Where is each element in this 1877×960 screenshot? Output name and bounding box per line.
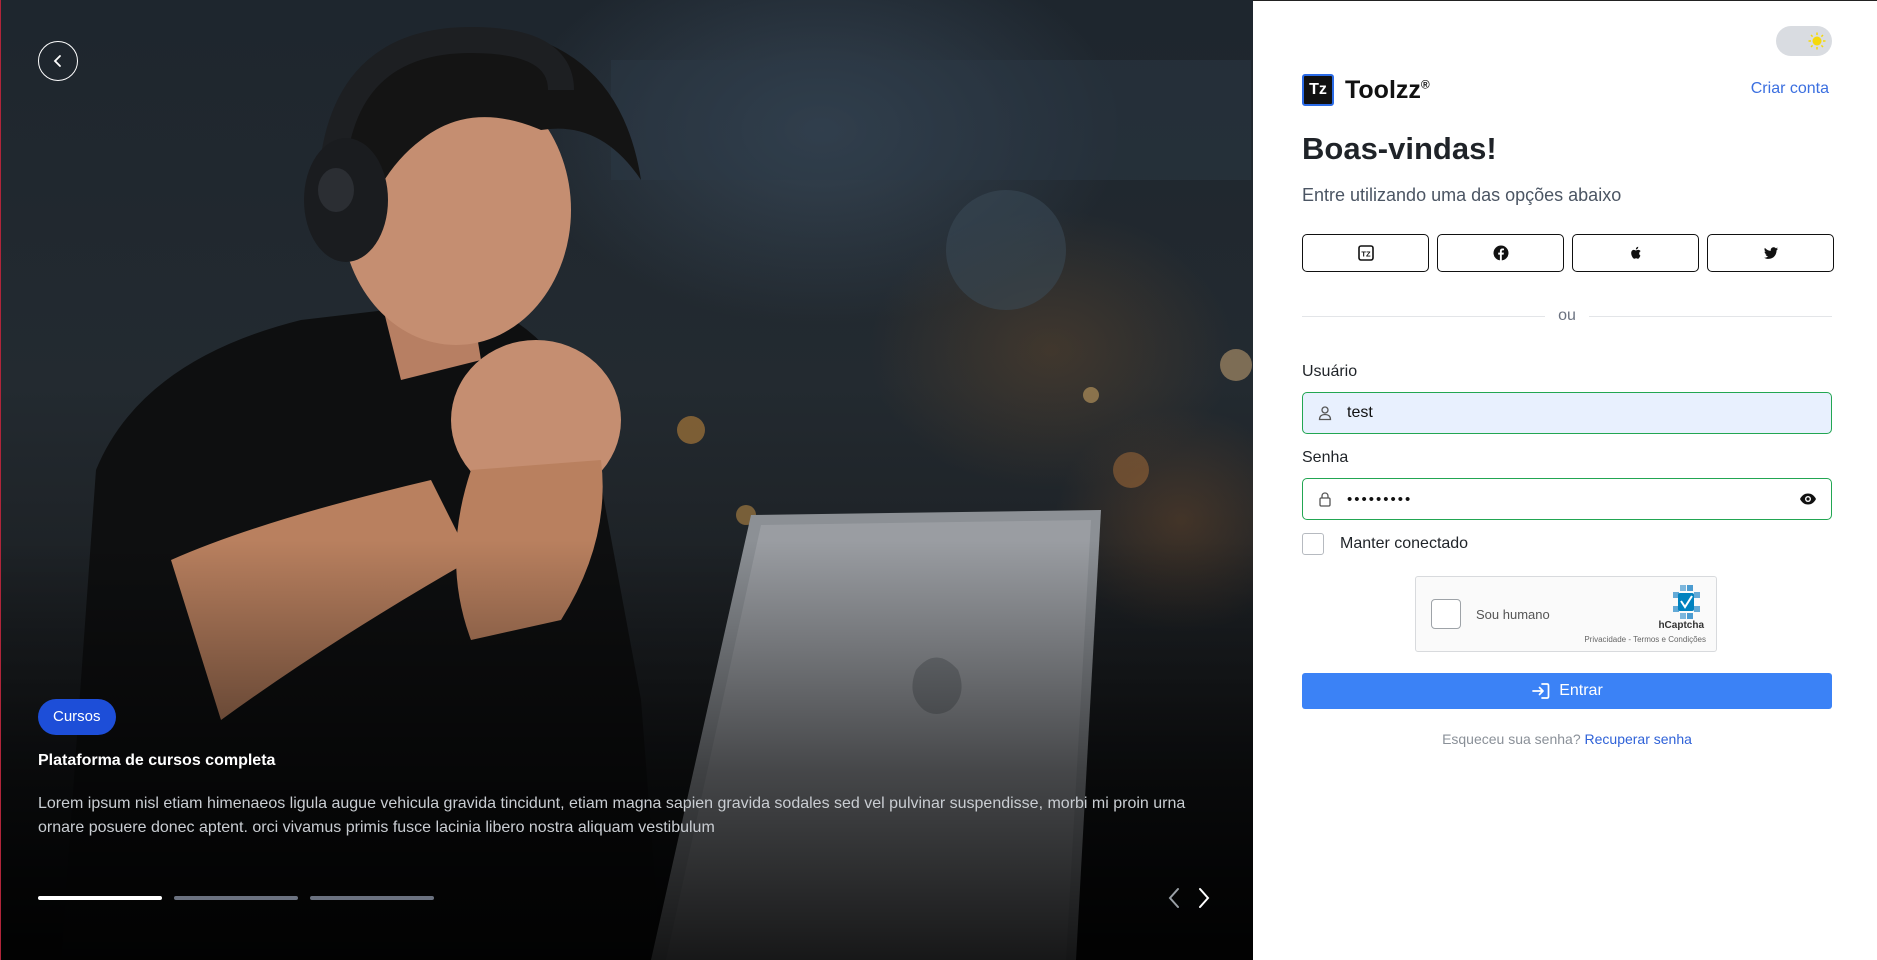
password-field [1302,478,1832,520]
chevron-left-icon [1168,888,1179,908]
captcha-label: Sou humano [1476,607,1550,622]
toolzz-icon: TZ [1357,245,1374,261]
chevron-left-icon [53,55,61,67]
captcha-terms[interactable]: Privacidade - Termos e Condições [1584,635,1706,644]
captcha-checkbox[interactable] [1431,599,1461,629]
hero-carousel: Cursos Plataforma de cursos completa Lor… [0,0,1253,960]
logo-mark: Tz [1302,74,1334,106]
facebook-login-button[interactable] [1437,234,1564,272]
sun-icon [1808,32,1826,50]
hcaptcha-widget: Sou humano hCaptcha Privacidade - Termos… [1415,576,1717,652]
remember-me[interactable]: Manter conectado [1302,533,1468,555]
apple-login-button[interactable] [1572,234,1699,272]
eye-icon [1800,493,1816,505]
username-field [1302,392,1832,434]
divider: ou [1302,307,1832,325]
forgot-password-text: Esqueceu sua senha? [1442,731,1581,747]
page-title: Boas-vindas! [1302,131,1497,166]
password-label: Senha [1302,449,1349,466]
hcaptcha-logo-icon [1673,585,1700,619]
page-subtitle: Entre utilizando uma das opções abaixo [1302,185,1622,205]
apple-icon [1630,246,1641,259]
password-input[interactable] [1347,490,1793,508]
captcha-brand: hCaptcha [1658,620,1704,631]
forgot-password: Esqueceu sua senha? Recuperar senha [1302,731,1832,747]
svg-text:TZ: TZ [1361,250,1371,259]
user-icon [1315,403,1335,423]
previous-slide-button[interactable] [1165,884,1183,912]
remember-me-checkbox[interactable] [1302,533,1324,555]
slide-description: Lorem ipsum nisl etiam himenaeos ligula … [38,795,1186,836]
slide-indicator[interactable] [38,896,162,900]
slide-progress [38,896,434,900]
remember-me-label: Manter conectado [1340,535,1469,552]
twitter-login-button[interactable] [1707,234,1834,272]
create-account-link[interactable]: Criar conta [1751,80,1829,98]
facebook-icon [1493,245,1508,261]
back-button[interactable] [38,41,78,81]
username-input[interactable] [1347,404,1831,422]
twitter-icon [1763,247,1778,259]
login-panel: Tz Toolzz® Criar conta Boas-vindas! Entr… [1253,0,1877,960]
chevron-right-icon [1199,888,1210,908]
brand-name: Toolzz® [1345,75,1430,104]
username-label: Usuário [1302,363,1358,380]
slide-indicator[interactable] [174,896,298,900]
login-submit-label: Entrar [1559,682,1603,699]
carousel-nav [1165,884,1213,912]
brand-logo: Tz Toolzz® [1302,74,1430,106]
slide-title: Plataforma de cursos completa [38,752,276,769]
login-submit-button[interactable]: Entrar [1302,673,1832,709]
toolzz-login-button[interactable]: TZ [1302,234,1429,272]
theme-toggle[interactable] [1776,26,1832,56]
category-tag: Cursos [38,699,116,735]
next-slide-button[interactable] [1195,884,1213,912]
recover-password-link[interactable]: Recuperar senha [1585,731,1692,747]
slide-indicator[interactable] [310,896,434,900]
show-password-button[interactable] [1793,484,1823,514]
social-login-buttons: TZ [1302,234,1834,272]
lock-icon [1315,489,1335,509]
sign-in-icon [1532,683,1550,699]
